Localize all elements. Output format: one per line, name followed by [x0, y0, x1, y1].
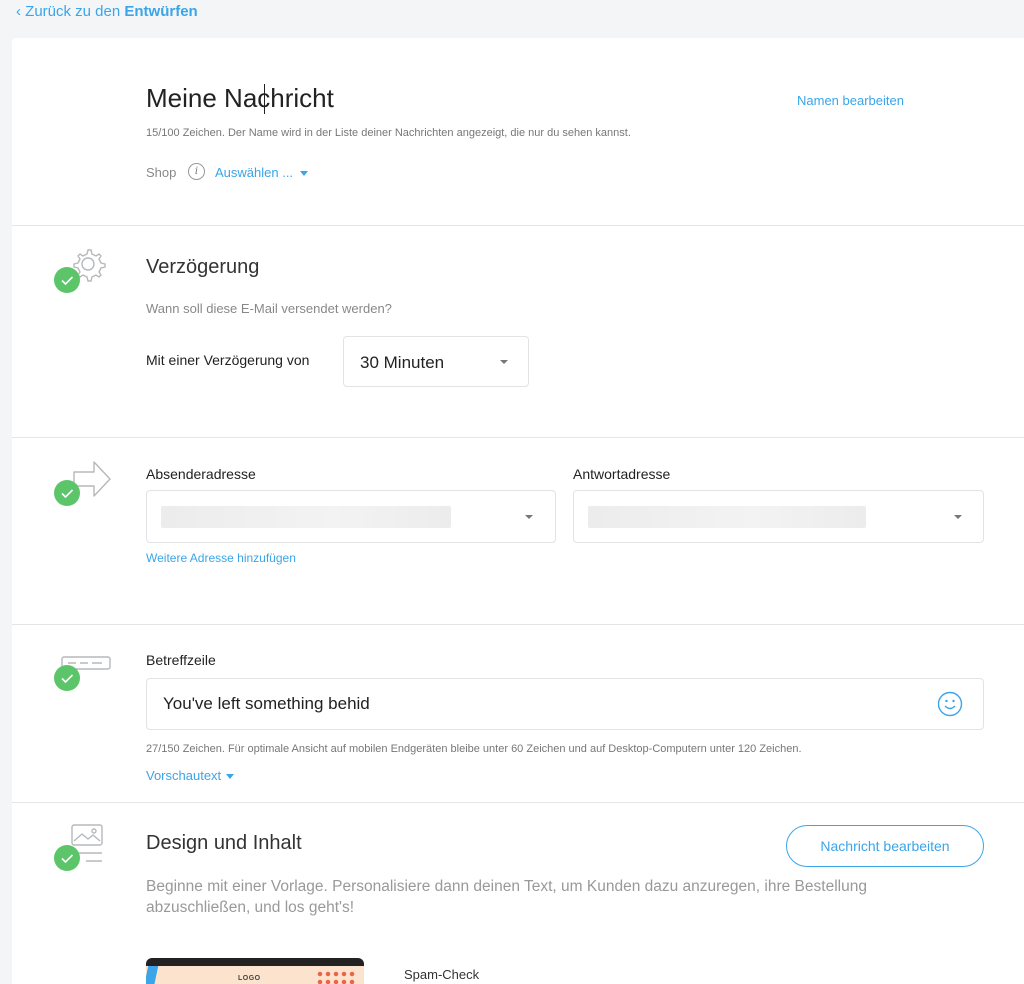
gear-icon	[52, 244, 108, 294]
reply-label: Antwortadresse	[573, 466, 671, 482]
name-section: Meine Nachricht Namen bearbeiten 15/100 …	[12, 38, 1024, 226]
check-icon	[54, 665, 80, 691]
preview-text-link[interactable]: Vorschautext	[146, 768, 235, 783]
subject-hint: 27/150 Zeichen. Für optimale Ansicht auf…	[146, 743, 802, 755]
subject-label: Betreffzeile	[146, 652, 216, 668]
thumbnail-logo: LOGO	[238, 975, 261, 982]
thumbnail-accent	[146, 966, 159, 984]
delay-subtitle: Wann soll diese E-Mail versendet werden?	[146, 301, 392, 316]
name-hint: 15/100 Zeichen. Der Name wird in der Lis…	[146, 127, 631, 139]
delay-title: Verzögerung	[146, 256, 260, 278]
shop-select[interactable]: Auswählen ...	[215, 165, 309, 180]
subject-section: Betreffzeile You've left something behid…	[12, 625, 1024, 803]
design-section: Design und Inhalt Nachricht bearbeiten B…	[12, 803, 1024, 984]
chevron-down-icon	[954, 515, 962, 519]
design-title: Design und Inhalt	[146, 832, 302, 854]
chevron-down-icon	[525, 515, 533, 519]
delay-section: Verzögerung Wann soll diese E-Mail verse…	[12, 226, 1024, 438]
thumbnail-pattern	[316, 970, 356, 984]
sender-address-redacted	[161, 506, 451, 528]
subject-line-icon	[52, 653, 114, 693]
arrow-right-icon	[52, 458, 112, 508]
add-address-link[interactable]: Weitere Adresse hinzufügen	[146, 551, 296, 565]
reply-address-select[interactable]	[573, 490, 984, 543]
address-section: Absenderadresse Antwortadresse Weitere A…	[12, 438, 1024, 625]
preview-text-label: Vorschautext	[146, 768, 222, 783]
reply-address-redacted	[588, 506, 866, 528]
chevron-down-icon	[226, 774, 235, 780]
back-link-target: Entwürfen	[124, 3, 198, 20]
message-name[interactable]: Meine Nachricht	[146, 83, 334, 114]
delay-label: Mit einer Verzögerung von	[146, 352, 310, 368]
shop-select-label: Auswählen ...	[215, 165, 294, 180]
back-to-drafts-link[interactable]: ‹ Zurück zu den Entwürfen	[16, 3, 198, 20]
delay-value: 30 Minuten	[360, 353, 445, 372]
info-icon[interactable]: i	[188, 163, 205, 180]
emoji-icon[interactable]	[937, 691, 963, 722]
back-link-prefix: ‹ Zurück zu den	[16, 3, 125, 20]
template-thumbnail[interactable]: LOGO	[146, 958, 364, 984]
subject-input[interactable]: You've left something behid	[146, 678, 984, 730]
image-content-icon	[52, 821, 114, 871]
text-caret	[264, 84, 265, 114]
sender-address-select[interactable]	[146, 490, 556, 543]
check-icon	[54, 480, 80, 506]
delay-select[interactable]: 30 Minuten	[343, 336, 529, 387]
check-icon	[54, 267, 80, 293]
edit-message-button[interactable]: Nachricht bearbeiten	[786, 825, 984, 867]
message-editor-card: Meine Nachricht Namen bearbeiten 15/100 …	[12, 38, 1024, 984]
chevron-down-icon	[500, 360, 508, 364]
edit-name-link[interactable]: Namen bearbeiten	[797, 93, 904, 108]
subject-value: You've left something behid	[163, 694, 370, 713]
spam-check-label: Spam-Check	[404, 967, 480, 982]
shop-label: Shop	[146, 165, 177, 180]
sender-label: Absenderadresse	[146, 466, 256, 482]
check-icon	[54, 845, 80, 871]
chevron-down-icon	[300, 171, 309, 177]
design-description: Beginne mit einer Vorlage. Personalisier…	[146, 878, 867, 916]
